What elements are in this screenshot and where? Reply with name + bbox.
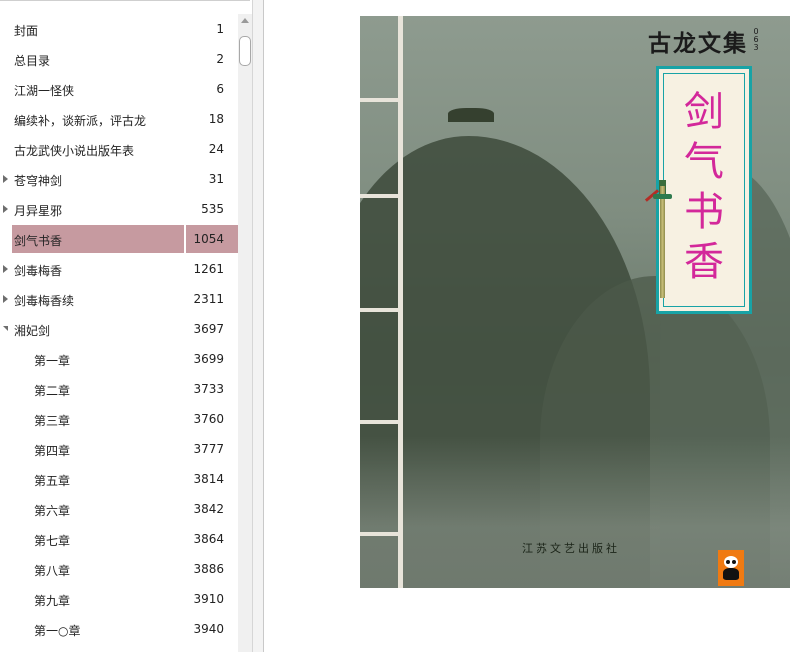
toc-subitem[interactable]: 第三章 3760: [0, 404, 238, 434]
toc-item-page: 3842: [193, 502, 224, 516]
toc-item-title: 第五章: [34, 474, 71, 488]
series-title: 古龙文集: [648, 30, 748, 57]
toc-item-page: 3910: [193, 592, 224, 606]
expand-triangle-icon[interactable]: [3, 295, 8, 303]
sword-icon: [660, 186, 665, 298]
toc-item-title: 第八章: [34, 564, 71, 578]
series-number: 063: [753, 27, 759, 52]
toc-subitem[interactable]: 第一章 3699: [0, 344, 238, 374]
toc-item[interactable]: 封面 1: [0, 14, 238, 44]
toc-scrollbar[interactable]: [238, 14, 252, 652]
book-cover-page: 古龙文集 063 剑气书香 江苏文艺出版社: [360, 16, 790, 588]
toc-item[interactable]: 总目录 2: [0, 44, 238, 74]
toc-item-title: 第六章: [34, 504, 71, 518]
toc-item[interactable]: 苍穹神剑 31: [0, 164, 238, 194]
expand-triangle-icon[interactable]: [3, 175, 8, 183]
toc-item-page: 18: [208, 112, 224, 126]
scroll-thumb[interactable]: [239, 36, 251, 66]
binding-stitch: [360, 420, 402, 424]
toc-item-title: 第一章: [34, 354, 71, 368]
toc-item-page: 3886: [193, 562, 224, 576]
panda-eye: [732, 560, 736, 564]
toc-item-title: 第一○章: [34, 624, 81, 638]
toc-top-border: [0, 0, 250, 1]
binding-stitch: [360, 98, 402, 102]
toc-list: 封面 1 总目录 2 江湖一怪侠 6 编续补，谈新派，评古龙 18 古龙武侠小说出版年表 24 苍穹…: [0, 14, 238, 644]
toc-item-page: 3940: [193, 622, 224, 636]
expand-triangle-icon[interactable]: [3, 205, 8, 213]
toc-item[interactable]: 古龙武侠小说出版年表 24: [0, 134, 238, 164]
toc-item-title: 第七章: [34, 534, 71, 548]
toc-item[interactable]: 湘妃剑 3697: [0, 314, 238, 344]
toc-item-title: 第九章: [34, 594, 71, 608]
sword-guard: [653, 194, 672, 199]
toc-item-page: 3864: [193, 532, 224, 546]
toc-item-page: 3733: [193, 382, 224, 396]
collapse-triangle-icon[interactable]: [3, 326, 8, 331]
toc-item-page: 2311: [193, 292, 224, 306]
toc-item-page: 1261: [193, 262, 224, 276]
panel-splitter[interactable]: [252, 0, 264, 652]
book-title: 剑气书香: [684, 89, 724, 285]
toc-subitem[interactable]: 第八章 3886: [0, 554, 238, 584]
toc-item[interactable]: 江湖一怪侠 6: [0, 74, 238, 104]
panda-eye: [726, 560, 730, 564]
toc-item-title: 第四章: [34, 444, 71, 458]
toc-item[interactable]: 剑气书香 1054: [0, 224, 238, 254]
toc-item-page: 1054: [193, 232, 224, 246]
expand-triangle-icon[interactable]: [3, 265, 8, 273]
toc-item-title: 剑气书香: [14, 234, 63, 248]
toc-item-page: 3814: [193, 472, 224, 486]
toc-item-page: 6: [216, 82, 224, 96]
toc-item-title: 苍穹神剑: [14, 174, 63, 188]
publisher-name: 江苏文艺出版社: [522, 542, 620, 555]
toc-item-title: 封面: [14, 24, 39, 38]
pavilion-roof: [448, 108, 494, 122]
toc-subitem[interactable]: 第九章 3910: [0, 584, 238, 614]
toc-item-page: 1: [216, 22, 224, 36]
toc-item[interactable]: 月异星邪 535: [0, 194, 238, 224]
panda-body: [723, 568, 739, 580]
toc-item[interactable]: 编续补，谈新派，评古龙 18: [0, 104, 238, 134]
binding-stitch: [360, 532, 402, 536]
toc-item-title: 古龙武侠小说出版年表: [14, 144, 135, 158]
toc-item[interactable]: 剑毒梅香续 2311: [0, 284, 238, 314]
toc-item-title: 剑毒梅香续: [14, 294, 75, 308]
document-viewer[interactable]: 古龙文集 063 剑气书香 江苏文艺出版社: [265, 0, 800, 652]
toc-subitem[interactable]: 第七章 3864: [0, 524, 238, 554]
scroll-up-arrow-icon[interactable]: [241, 18, 249, 23]
toc-item-page: 2: [216, 52, 224, 66]
toc-item-page: 3697: [193, 322, 224, 336]
toc-item[interactable]: 剑毒梅香 1261: [0, 254, 238, 284]
toc-subitem[interactable]: 第四章 3777: [0, 434, 238, 464]
toc-item-title: 湘妃剑: [14, 324, 51, 338]
toc-item-page: 535: [201, 202, 224, 216]
toc-item-page: 3699: [193, 352, 224, 366]
binding-stitch: [360, 194, 402, 198]
toc-panel: 封面 1 总目录 2 江湖一怪侠 6 编续补，谈新派，评古龙 18 古龙武侠小说出版年表 24 苍穹…: [0, 0, 252, 652]
toc-subitem[interactable]: 第二章 3733: [0, 374, 238, 404]
panda-icon: [718, 550, 744, 586]
toc-item-page: 24: [208, 142, 224, 156]
toc-item-page: 3760: [193, 412, 224, 426]
toc-item-title: 第二章: [34, 384, 71, 398]
binding-stitch: [360, 308, 402, 312]
toc-subitem[interactable]: 第五章 3814: [0, 464, 238, 494]
toc-item-title: 江湖一怪侠: [14, 84, 75, 98]
title-label-box: 剑气书香: [656, 66, 752, 314]
toc-item-title: 总目录: [14, 54, 51, 68]
toc-item-page: 3777: [193, 442, 224, 456]
toc-subitem[interactable]: 第一○章 3940: [0, 614, 238, 644]
toc-item-title: 剑毒梅香: [14, 264, 63, 278]
toc-subitem[interactable]: 第六章 3842: [0, 494, 238, 524]
toc-item-title: 月异星邪: [14, 204, 63, 218]
toc-item-title: 第三章: [34, 414, 71, 428]
toc-item-page: 31: [208, 172, 224, 186]
toc-item-title: 编续补，谈新派，评古龙: [14, 114, 147, 128]
